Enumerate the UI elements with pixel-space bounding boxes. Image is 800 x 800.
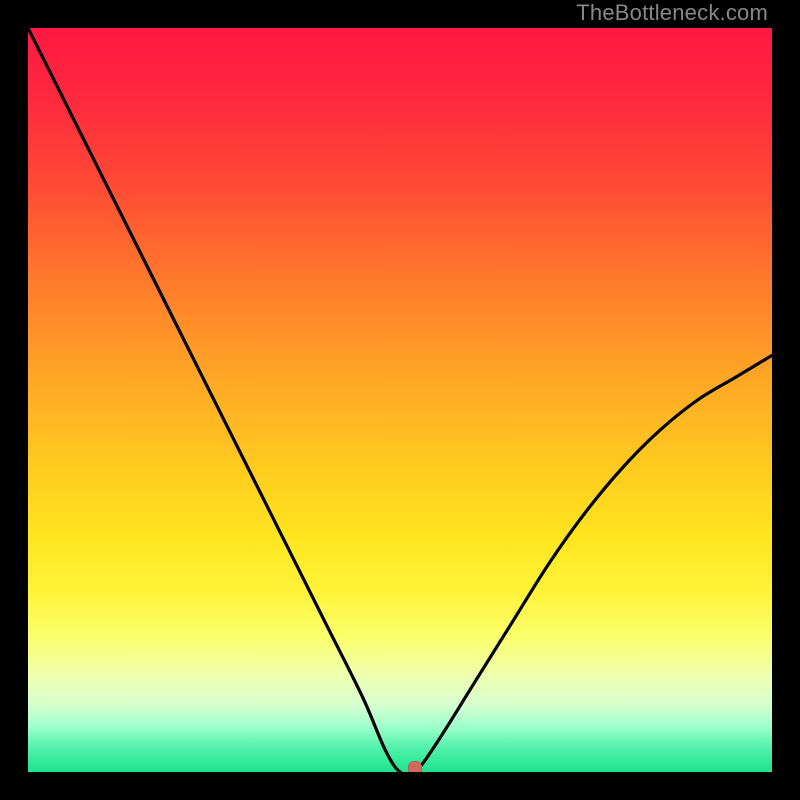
chart-frame: TheBottleneck.com	[0, 0, 800, 800]
watermark-text: TheBottleneck.com	[576, 0, 768, 26]
optimal-point-marker	[408, 761, 422, 772]
curve-path	[28, 28, 772, 772]
plot-area	[28, 28, 772, 772]
bottleneck-curve	[28, 28, 772, 772]
